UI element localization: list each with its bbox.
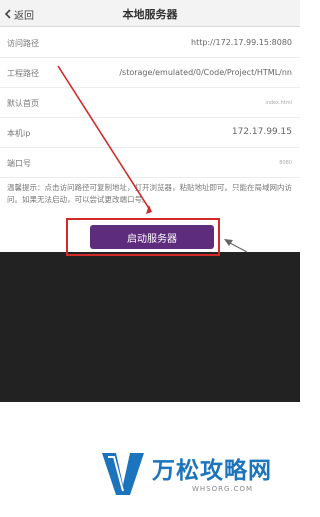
annotation-arrow-line	[227, 241, 248, 253]
field-row-access-path[interactable]: 访问路径 http://172.17.99.15:8080	[0, 28, 300, 58]
default-page-value[interactable]: index.html	[265, 100, 292, 106]
field-label: 工程路径	[7, 69, 39, 78]
project-path-value[interactable]: /storage/emulated/0/Code/Project/HTML/nn	[119, 68, 292, 77]
local-ip-value: 172.17.99.15	[231, 127, 292, 137]
arrowhead-down-icon	[146, 205, 152, 214]
field-label: 访问路径	[7, 39, 39, 48]
watermark-logo-icon	[102, 453, 144, 495]
field-label: 本机ip	[7, 129, 31, 138]
field-label: 默认首页	[7, 99, 39, 108]
watermark: 万松攻略网 WHSORG.COM	[100, 447, 300, 517]
tip-text: 温馨提示：点击访问路径可复制地址，打开浏览器，粘贴地址即可。只能在局域网内访问。…	[7, 183, 292, 204]
port-value[interactable]: 8080	[279, 160, 292, 166]
watermark-brand: 万松攻略网	[152, 458, 272, 484]
start-server-button[interactable]: 启动服务器	[90, 225, 214, 249]
field-row-local-ip: 本机ip 172.17.99.15	[0, 118, 300, 148]
access-path-value[interactable]: http://172.17.99.15:8080	[191, 38, 292, 47]
field-row-default-page[interactable]: 默认首页 index.html	[0, 88, 300, 118]
field-row-project-path[interactable]: 工程路径 /storage/emulated/0/Code/Project/HT…	[0, 58, 300, 88]
top-bar: 返回 本地服务器	[0, 0, 300, 27]
field-row-port[interactable]: 端口号 8080	[0, 148, 300, 178]
highlight-box: 启动服务器	[66, 218, 220, 256]
arrowhead-left-icon	[224, 239, 233, 246]
watermark-domain: WHSORG.COM	[192, 485, 254, 493]
page-title: 本地服务器	[122, 8, 178, 21]
field-label: 端口号	[7, 159, 31, 168]
dark-content-area	[0, 252, 300, 402]
